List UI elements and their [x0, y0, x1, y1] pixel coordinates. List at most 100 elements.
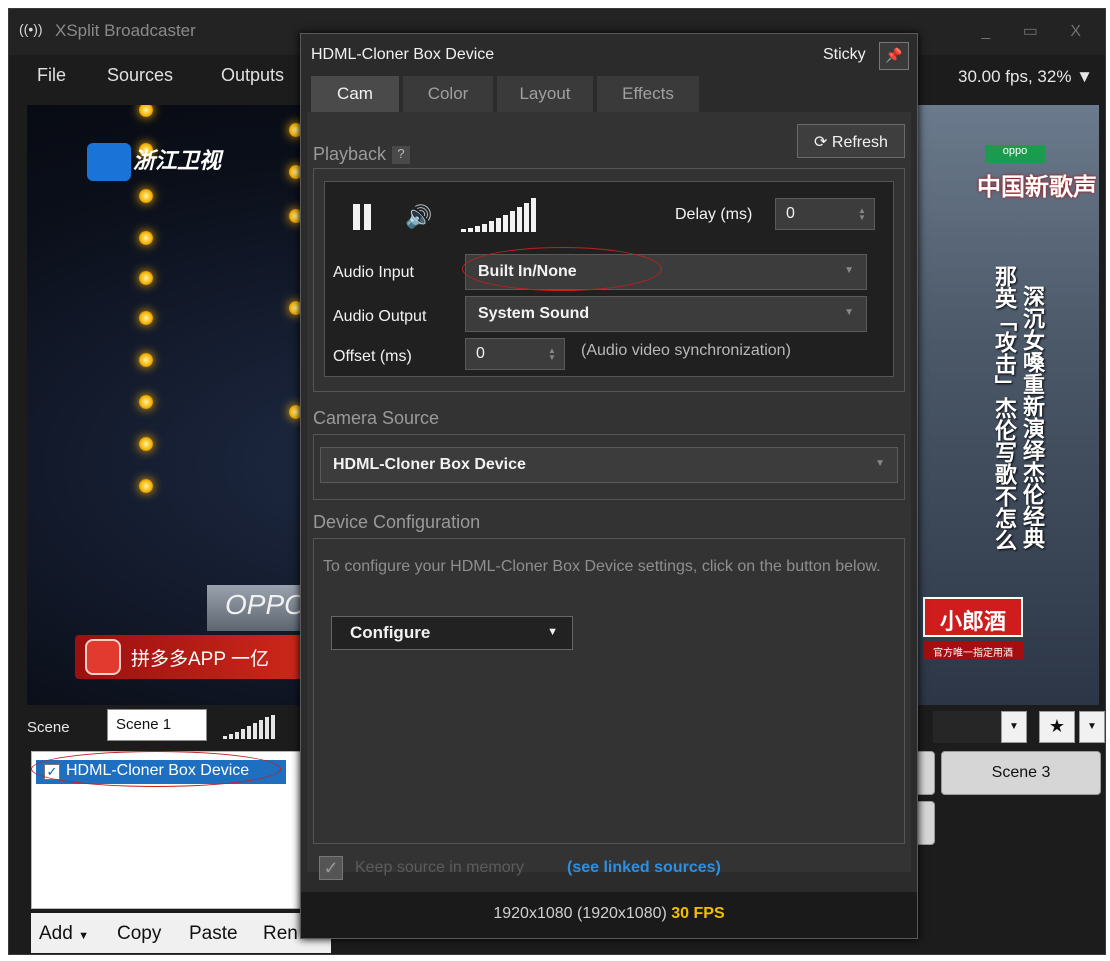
stage-light	[139, 105, 153, 117]
offset-label: Offset (ms)	[333, 348, 412, 365]
device-config-text: To configure your HDML-Cloner Box Device…	[323, 558, 881, 575]
channel-logo-mark	[87, 143, 131, 182]
oppo-badge: oppo	[985, 145, 1045, 163]
pin-icon: 📌	[885, 47, 903, 63]
sticky-label: Sticky	[823, 46, 866, 63]
stage-light	[139, 231, 153, 245]
paste-button[interactable]: Paste	[189, 923, 238, 945]
sponsor-logo: 小郎酒	[923, 597, 1023, 637]
device-config-title: Device Configuration	[313, 512, 481, 532]
refresh-button[interactable]: ⟳ Refresh	[797, 124, 905, 158]
camera-source-group: HDML-Cloner Box Device ▼	[313, 434, 905, 500]
add-source-button[interactable]: Add ▼	[39, 923, 89, 945]
keep-source-label: Keep source in memory	[355, 859, 524, 876]
sponsor-banner-text: 拼多多APP 一亿	[131, 649, 269, 670]
scene-name-field[interactable]: Scene 1	[107, 709, 207, 741]
tab-cam[interactable]: Cam	[311, 76, 399, 112]
channel-logo: 浙江卫视	[87, 143, 237, 185]
pdd-logo-icon	[85, 639, 121, 675]
favorite-dropdown-button[interactable]: ▼	[1079, 711, 1105, 743]
annotation-ellipse	[462, 247, 662, 291]
rename-button[interactable]: Ren	[263, 923, 298, 945]
broadcast-icon: ((•))	[19, 21, 43, 37]
status-fps: 30 FPS	[671, 905, 725, 922]
sticky-pin-button[interactable]: 📌	[879, 42, 909, 70]
audio-output-label: Audio Output	[333, 308, 427, 325]
audio-output-dropdown[interactable]: System Sound ▼	[465, 296, 867, 332]
menu-sources[interactable]: Sources	[107, 65, 173, 86]
chevron-down-icon: ▼	[844, 307, 854, 318]
dialog-title: HDML-Cloner Box Device	[311, 46, 495, 63]
playback-title: Playback	[313, 144, 387, 164]
sources-toolbar: Add ▼ Copy Paste Ren	[31, 913, 331, 953]
dialog-status-bar: 1920x1080 (1920x1080) 30 FPS	[301, 892, 917, 938]
stage-light	[139, 271, 153, 285]
audio-input-label: Audio Input	[333, 264, 414, 281]
tab-layout[interactable]: Layout	[497, 76, 593, 112]
fps-status-text: 30.00 fps, 32%	[958, 67, 1072, 86]
chevron-down-icon: ▼	[1076, 67, 1093, 86]
configure-label: Configure	[350, 623, 431, 642]
keep-source-checkbox[interactable]: ✓	[319, 856, 343, 880]
star-plus-icon: ★	[1048, 716, 1066, 736]
menu-file[interactable]: File	[37, 65, 66, 86]
app-title: XSplit Broadcaster	[55, 21, 196, 40]
volume-slider[interactable]	[461, 198, 536, 232]
refresh-icon: ⟳	[814, 134, 828, 151]
sponsor-banner: 拼多多APP 一亿	[75, 635, 325, 679]
channel-logo-text: 浙江卫视	[133, 148, 222, 173]
sponsor-subtitle: 官方唯一指定用酒	[923, 641, 1023, 659]
annotation-ellipse	[31, 751, 281, 787]
delay-label: Delay (ms)	[675, 206, 753, 223]
stage-light	[139, 353, 153, 367]
stage-light	[139, 479, 153, 493]
chevron-down-icon: ▼	[78, 930, 89, 942]
scene-selector[interactable]	[933, 711, 1011, 743]
playback-section-title: Playback?	[313, 144, 411, 165]
spin-arrows-icon[interactable]: ▲ ▼	[858, 207, 868, 222]
window-controls[interactable]: _ ▭ X	[981, 21, 1095, 41]
help-icon[interactable]: ?	[392, 146, 411, 165]
spin-arrows-icon[interactable]: ▲ ▼	[548, 347, 558, 362]
copy-button[interactable]: Copy	[117, 923, 161, 945]
add-source-label: Add	[39, 923, 73, 944]
camera-source-title: Camera Source	[313, 408, 440, 428]
stage-light	[139, 311, 153, 325]
refresh-label: Refresh	[831, 134, 888, 151]
dialog-body: Playback? ⟳ Refresh 🔊 Delay (ms) 0 ▲ ▼ Aud…	[307, 112, 911, 880]
stage-light	[139, 395, 153, 409]
pause-icon[interactable]	[351, 204, 373, 230]
offset-value: 0	[476, 345, 485, 362]
speaker-icon[interactable]: 🔊	[405, 204, 432, 230]
delay-value: 0	[786, 205, 795, 222]
camera-source-dropdown[interactable]: HDML-Cloner Box Device ▼	[320, 447, 898, 483]
offset-note: (Audio video synchronization)	[581, 342, 791, 359]
chevron-down-icon: ▼	[1087, 721, 1097, 732]
tab-color[interactable]: Color	[403, 76, 493, 112]
tab-effects[interactable]: Effects	[597, 76, 699, 112]
screen: ((•)) XSplit Broadcaster _ ▭ X File Sour…	[0, 0, 1110, 961]
linked-sources-link[interactable]: (see linked sources)	[567, 859, 721, 877]
configure-button[interactable]: Configure ▼	[331, 616, 573, 650]
menu-outputs[interactable]: Outputs	[221, 65, 284, 86]
chevron-down-icon: ▼	[547, 626, 558, 638]
audio-level-meter	[223, 715, 275, 739]
delay-spinner[interactable]: 0 ▲ ▼	[775, 198, 875, 230]
audio-output-value: System Sound	[478, 305, 590, 322]
offset-spinner[interactable]: 0 ▲ ▼	[465, 338, 565, 370]
status-resolution: 1920x1080 (1920x1080)	[493, 905, 667, 922]
add-favorite-button[interactable]: ★	[1039, 711, 1075, 743]
caption-vertical-2: 深沉女嗓重新演绎杰伦经典	[1020, 285, 1045, 549]
show-logo: 中国新歌声	[977, 174, 1097, 201]
fps-status-dropdown[interactable]: 30.00 fps, 32% ▼	[958, 67, 1093, 87]
chevron-down-icon: ▼	[1009, 721, 1019, 732]
source-properties-dialog: HDML-Cloner Box Device Sticky 📌 Cam Colo…	[300, 33, 918, 939]
chevron-down-icon: ▼	[875, 458, 885, 469]
caption-vertical-1: 那英「攻击」杰伦写歌不怎么	[992, 265, 1017, 551]
chevron-down-icon: ▼	[844, 265, 854, 276]
scene-3-button[interactable]: Scene 3	[941, 751, 1101, 795]
camera-source-value: HDML-Cloner Box Device	[333, 456, 526, 473]
scene-dropdown-button[interactable]: ▼	[1001, 711, 1027, 743]
scene-label: Scene	[27, 719, 70, 736]
device-config-group	[313, 538, 905, 844]
